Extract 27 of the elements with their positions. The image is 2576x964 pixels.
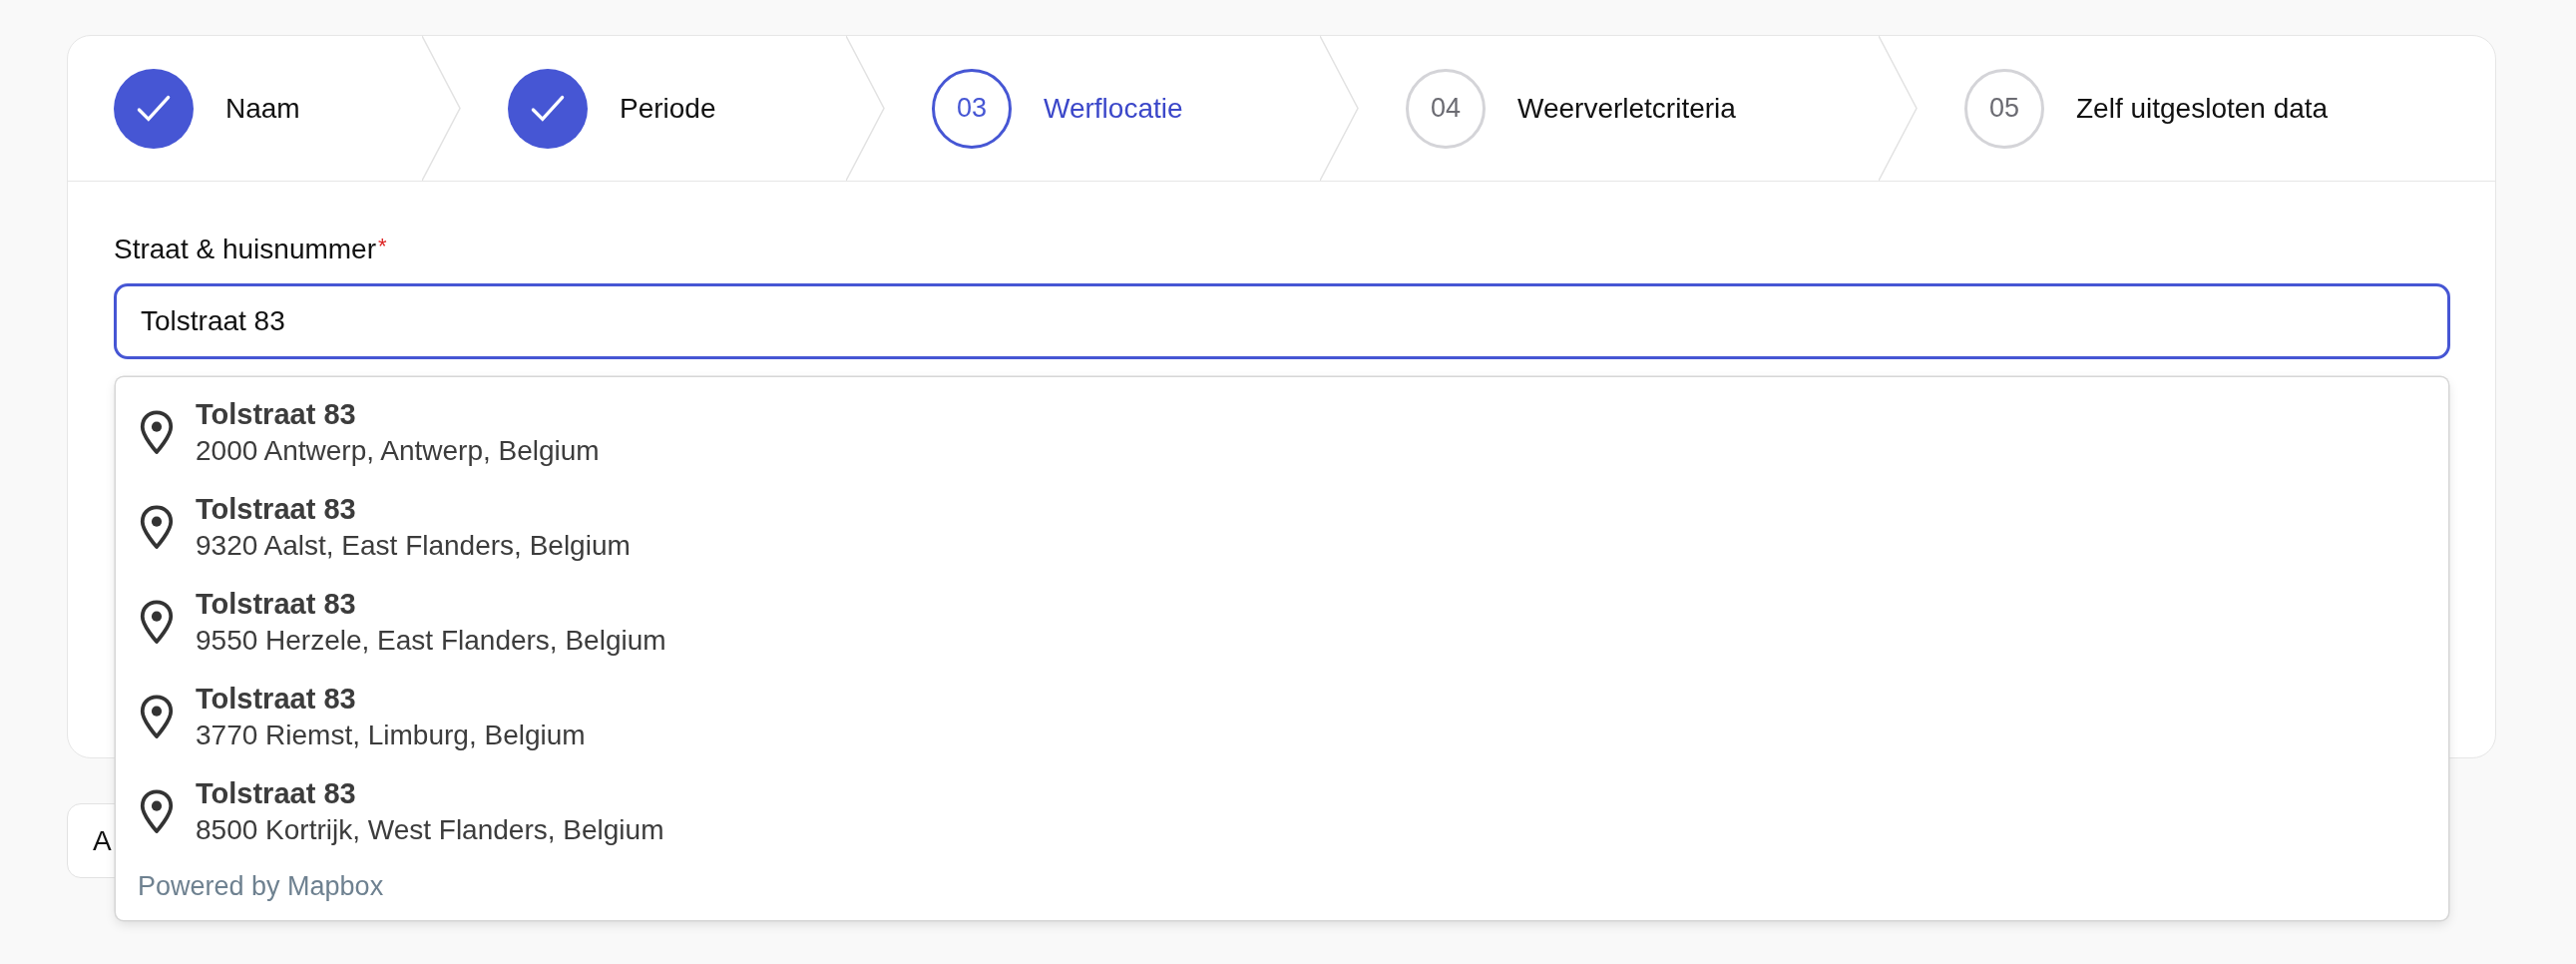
suggestion-address: 3770 Riemst, Limburg, Belgium <box>196 720 586 751</box>
suggestion-address: 2000 Antwerp, Antwerp, Belgium <box>196 435 600 467</box>
suggestion-title: Tolstraat 83 <box>196 777 357 810</box>
suggestion-title: Tolstraat 83 <box>196 683 357 716</box>
step-indicator[interactable]: 03 <box>932 68 1012 149</box>
suggestion-item[interactable]: Tolstraat 83 9550 Herzele, East Flanders, Belgium <box>116 575 2448 670</box>
address-input[interactable]: Tolstraat 83 <box>114 283 2450 359</box>
suggestion-item[interactable]: Tolstraat 83 8500 Kortrijk, West Flanders, Belgium <box>116 764 2448 859</box>
suggestion-item[interactable]: Tolstraat 83 2000 Antwerp, Antwerp, Belgium <box>116 385 2448 480</box>
step-indicator[interactable]: 05 <box>1964 68 2044 149</box>
suggestion-title: Tolstraat 83 <box>196 588 357 621</box>
suggestion-address: 9550 Herzele, East Flanders, Belgium <box>196 625 666 657</box>
step-label[interactable]: Weerverletcriteria <box>1517 92 1736 125</box>
required-mark: * <box>378 234 387 259</box>
step-label[interactable]: Naam <box>225 92 300 125</box>
field-label: Straat & huisnummer <box>114 234 376 265</box>
attribution-text: Powered by Mapbox <box>137 870 385 902</box>
suggestion-item[interactable]: Tolstraat 83 3770 Riemst, Limburg, Belgium <box>116 670 2448 764</box>
step-label[interactable]: Periode <box>620 92 716 125</box>
suggestion-address: 8500 Kortrijk, West Flanders, Belgium <box>196 814 664 846</box>
step-label[interactable]: Werflocatie <box>1044 92 1183 125</box>
suggestion-address: 9320 Aalst, East Flanders, Belgium <box>196 530 631 562</box>
suggestion-title: Tolstraat 83 <box>196 493 357 526</box>
step-indicator[interactable]: 04 <box>1406 68 1486 149</box>
suggestion-item[interactable]: Tolstraat 83 9320 Aalst, East Flanders, Belgium <box>116 480 2448 575</box>
suggestion-title: Tolstraat 83 <box>196 398 357 431</box>
step-label[interactable]: Zelf uitgesloten data <box>2076 92 2329 125</box>
